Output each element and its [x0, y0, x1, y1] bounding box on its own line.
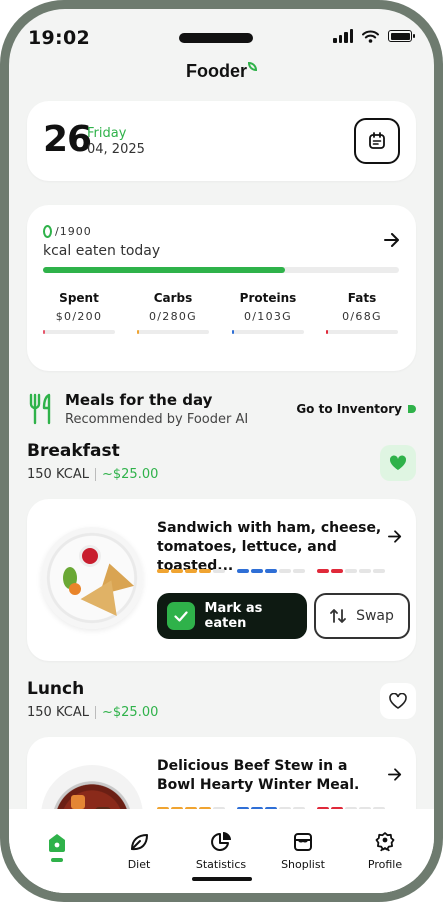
calendar-icon	[369, 132, 385, 149]
lunch-favorite-button[interactable]	[380, 683, 416, 719]
meals-section-header: Meals for the day Recommended by Fooder …	[27, 391, 416, 431]
tab-statistics[interactable]: Statistics	[186, 831, 256, 871]
macro-carbs: Carbs 0/280G	[137, 291, 209, 334]
date-card: 26 Friday 04, 2025	[27, 101, 416, 181]
breakfast-kcal: 150 KCAL	[27, 467, 89, 482]
kcal-progress-fill	[43, 267, 286, 273]
breakfast-title: Breakfast	[27, 441, 120, 461]
breakfast-favorite-button[interactable]	[380, 445, 416, 481]
signal-icon	[333, 29, 353, 43]
macro-value: 0/103G	[243, 310, 293, 323]
meals-title: Meals for the day	[65, 391, 213, 409]
fat-segments	[317, 569, 385, 573]
app-logo: Fooder	[9, 61, 434, 82]
macro-bar	[43, 330, 115, 334]
kcal-eaten-value	[43, 225, 52, 238]
meals-subtitle: Recommended by Fooder AI	[65, 412, 249, 427]
app-screen: 19:02 Fooder 26 Friday 04, 2025 /1900 kc…	[9, 9, 434, 893]
kcal-label: kcal eaten today	[43, 243, 161, 259]
sandwich-image	[41, 527, 143, 629]
carbs-segments	[157, 569, 225, 573]
macro-value: 0/68G	[342, 310, 382, 323]
mark-as-eaten-button[interactable]: Mark as eaten	[157, 593, 307, 639]
breakfast-meal-card[interactable]: Sandwich with ham, cheese, tomatoes, let…	[27, 499, 416, 661]
tab-label: Statistics	[195, 858, 247, 871]
status-time: 19:02	[28, 27, 90, 49]
play-icon	[408, 405, 416, 413]
heart-filled-icon	[389, 455, 407, 470]
macro-spent: Spent $0/200	[43, 291, 115, 334]
macro-proteins: Proteins 0/103G	[232, 291, 304, 334]
leaf-icon	[248, 62, 257, 71]
mark-eaten-label: Mark as eaten	[204, 601, 263, 631]
macro-title: Spent	[59, 291, 99, 305]
inventory-link-label: Go to Inventory	[296, 402, 402, 416]
weekday-label: Friday	[87, 126, 127, 141]
breakfast-dish-name: Sandwich with ham, cheese, tomatoes, let…	[157, 520, 382, 574]
macro-title: Proteins	[239, 291, 297, 305]
tab-label: Diet	[127, 858, 151, 871]
lunch-price: ~$25.00	[101, 705, 159, 720]
leaf-icon	[131, 834, 148, 851]
macro-title: Fats	[347, 291, 377, 305]
tab-label: Shoplist	[281, 858, 325, 871]
month-year-label: 04, 2025	[87, 142, 145, 157]
wifi-icon	[362, 30, 379, 43]
macro-value: 0/280G	[148, 310, 198, 323]
protein-segments	[237, 569, 305, 573]
macro-bar	[232, 330, 304, 334]
arrow-right-icon[interactable]	[388, 765, 402, 786]
tab-home[interactable]	[22, 831, 92, 862]
swap-button[interactable]: Swap	[314, 593, 410, 639]
day-number: 26	[43, 119, 92, 160]
battery-icon	[388, 30, 415, 42]
pie-chart-icon	[211, 832, 231, 851]
tab-profile[interactable]: Profile	[350, 831, 420, 871]
kcal-counter: /1900	[43, 225, 92, 238]
divider	[94, 706, 96, 719]
swap-label: Swap	[356, 608, 394, 624]
check-icon	[167, 602, 195, 630]
phone-frame: 19:02 Fooder 26 Friday 04, 2025 /1900 kc…	[0, 0, 443, 902]
breakfast-price: ~$25.00	[101, 467, 159, 482]
status-icons	[333, 29, 415, 43]
home-icon	[49, 834, 65, 852]
tab-diet[interactable]: Diet	[104, 831, 174, 871]
swap-icon	[330, 609, 346, 623]
breakfast-meta: 150 KCAL ~$25.00	[27, 467, 158, 482]
heart-outline-icon	[389, 693, 407, 709]
profile-icon	[375, 832, 395, 852]
arrow-right-icon[interactable]	[384, 231, 400, 252]
status-bar: 19:02	[9, 9, 434, 55]
go-to-inventory-link[interactable]: Go to Inventory	[296, 402, 416, 416]
arrow-right-icon[interactable]	[388, 527, 402, 548]
kcal-progress-bar	[43, 267, 399, 273]
tab-label: Profile	[367, 858, 403, 871]
lunch-title: Lunch	[27, 679, 85, 699]
tab-shoplist[interactable]: Shoplist	[268, 831, 338, 871]
home-indicator	[192, 877, 252, 881]
dynamic-island	[179, 33, 253, 43]
lunch-meta: 150 KCAL ~$25.00	[27, 705, 158, 720]
nutrition-summary-card[interactable]: /1900 kcal eaten today Spent $0/200 Carb…	[27, 205, 416, 371]
active-indicator	[51, 858, 63, 862]
macro-bar	[326, 330, 398, 334]
lunch-dish-name: Delicious Beef Stew in a Bowl Hearty Win…	[157, 758, 360, 793]
calendar-button[interactable]	[354, 118, 400, 164]
kcal-goal: /1900	[55, 225, 92, 238]
store-icon	[294, 833, 312, 851]
macro-title: Carbs	[153, 291, 193, 305]
divider	[94, 468, 96, 481]
macro-bar	[137, 330, 209, 334]
macro-fats: Fats 0/68G	[326, 291, 398, 334]
fork-knife-icon	[29, 393, 51, 425]
lunch-kcal: 150 KCAL	[27, 705, 89, 720]
breakfast-macro-bars	[157, 569, 385, 573]
macro-value: $0/200	[55, 310, 103, 323]
